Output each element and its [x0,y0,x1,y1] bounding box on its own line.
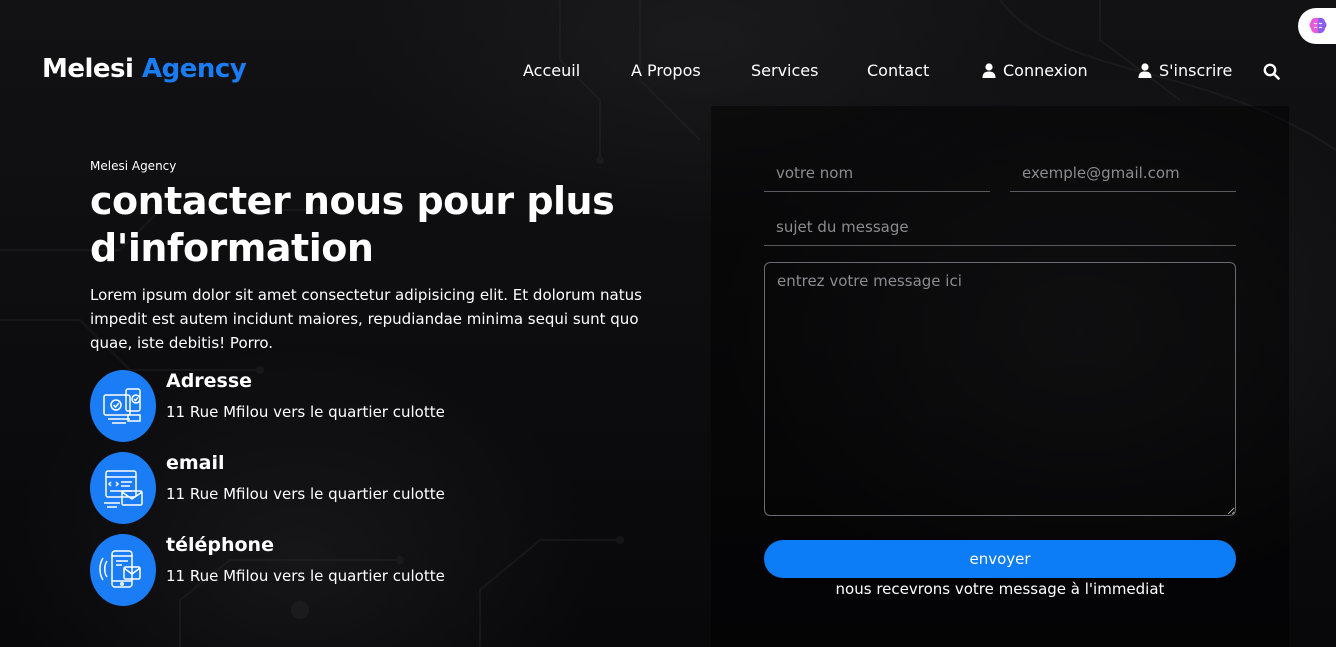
contact-item-phone: téléphone 11 Rue Mfilou vers le quartier… [90,534,610,606]
contact-item-title: téléphone [166,534,274,556]
message-textarea[interactable] [764,262,1236,516]
logo-accent: Agency [142,54,247,84]
send-button[interactable]: envoyer [764,540,1236,578]
email-input[interactable] [1010,155,1236,192]
nav-item-acceuil[interactable]: Acceuil [523,61,580,80]
nav-item-a-propos[interactable]: A Propos [631,61,701,80]
contact-item-email: email 11 Rue Mfilou vers le quartier cul… [90,452,610,524]
contact-item-text: 11 Rue Mfilou vers le quartier culotte [166,567,445,585]
site-logo[interactable]: Melesi Agency [42,54,247,84]
section-eyebrow: Melesi Agency [90,159,177,173]
logo-primary: Melesi [42,54,134,84]
contact-item-address: Adresse 11 Rue Mfilou vers le quartier c… [90,370,610,442]
name-input[interactable] [764,155,990,192]
contact-item-title: email [166,452,225,474]
contact-item-text: 11 Rue Mfilou vers le quartier culotte [166,403,445,421]
nav-item-label: Connexion [1003,61,1088,80]
phone-icon [90,534,156,606]
user-icon [1138,63,1152,78]
brain-extension-button[interactable] [1298,8,1336,44]
form-note: nous recevrons votre message à l'immedia… [835,580,1165,598]
nav-item-label: A Propos [631,61,701,80]
page-title: contacter nous pour plus d'information [90,179,615,270]
nav-item-label: Contact [867,61,930,80]
nav-item-label: Acceuil [523,61,581,80]
search-icon[interactable] [1263,63,1280,80]
user-icon [982,63,996,78]
nav-item-contact[interactable]: Contact [867,61,929,80]
brain-icon [1309,17,1327,34]
subject-input[interactable] [764,209,1236,246]
site-header: Melesi Agency Acceuil A Propos Services … [0,0,1336,106]
intro-paragraph: Lorem ipsum dolor sit amet consectetur a… [90,286,642,352]
nav-item-connexion[interactable]: Connexion [982,61,1088,80]
nav-item-services[interactable]: Services [751,61,818,80]
contact-item-text: 11 Rue Mfilou vers le quartier culotte [166,485,445,503]
address-icon [90,370,156,442]
contact-item-title: Adresse [166,370,253,392]
nav-item-sinscrire[interactable]: S'inscrire [1138,61,1232,80]
nav-item-label: Services [751,61,819,80]
nav-item-label: S'inscrire [1159,61,1233,80]
email-icon [90,452,156,524]
